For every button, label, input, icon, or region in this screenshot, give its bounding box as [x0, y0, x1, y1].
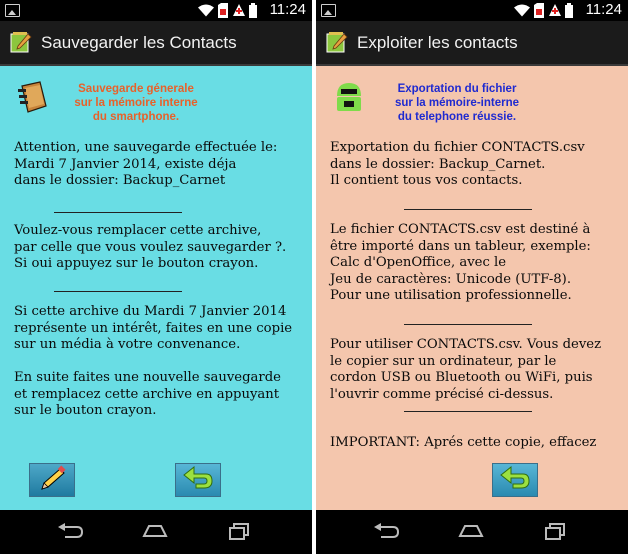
nav-recents-icon[interactable] [225, 522, 255, 542]
screen-title: Sauvegarder les Contacts [41, 33, 237, 52]
separator-line [404, 209, 532, 210]
wifi-icon [514, 4, 530, 17]
import-info-paragraph: Le fichier CONTACTS.csv est destiné à êt… [330, 222, 591, 303]
content-area[interactable]: Sauvegarde génerale sur la mémoire inter… [0, 66, 312, 510]
screen-title: Exploiter les contacts [357, 33, 518, 52]
wifi-icon [198, 4, 214, 17]
navigation-bar [0, 510, 312, 554]
separator-line [54, 291, 182, 292]
pencil-button[interactable] [29, 463, 75, 497]
notepad-icon[interactable] [326, 31, 348, 53]
nav-back-icon[interactable] [371, 522, 401, 542]
status-time: 11:24 [585, 1, 622, 18]
back-arrow-icon [500, 465, 530, 489]
export-info-paragraph: Exportation du fichier CONTACTS.csv dans… [330, 140, 585, 188]
warning-icon [549, 4, 561, 16]
content-area[interactable]: Exportation du fichier sur la mémoire-in… [316, 66, 628, 510]
sim-icon [534, 3, 544, 18]
image-notification-icon [5, 4, 20, 17]
pencil-icon [41, 465, 66, 490]
action-bar: Sauvegarder les Contacts [0, 21, 312, 66]
android-robot-icon [337, 83, 361, 111]
header-message: Exportation du fichier sur la mémoire-in… [395, 83, 519, 123]
separator-line [54, 212, 182, 213]
important-paragraph: IMPORTANT: Aprés cette copie, effacez [330, 435, 597, 450]
copy-advice-paragraph: Si cette archive du Mardi 7 Janvier 2014… [14, 304, 293, 352]
notepad-icon[interactable] [10, 31, 32, 53]
battery-icon [249, 3, 257, 18]
header-section: Sauvegarde génerale sur la mémoire inter… [0, 80, 312, 132]
action-bar: Exploiter les contacts [316, 21, 628, 66]
nav-home-icon[interactable] [456, 522, 486, 542]
back-button[interactable] [492, 463, 538, 497]
status-bar: 11:24 [0, 0, 312, 21]
nav-home-icon[interactable] [140, 522, 170, 542]
back-button[interactable] [175, 463, 221, 497]
back-arrow-icon [183, 465, 213, 489]
nav-recents-icon[interactable] [541, 522, 571, 542]
header-section: Exportation du fichier sur la mémoire-in… [316, 80, 628, 132]
sim-icon [218, 3, 228, 18]
nav-back-icon[interactable] [55, 522, 85, 542]
image-notification-icon [321, 4, 336, 17]
right-screen: 11:24 Exploiter les contacts Exportation… [316, 0, 628, 554]
new-backup-paragraph: En suite faites une nouvelle sauvegarde … [14, 370, 281, 418]
battery-icon [565, 3, 573, 18]
warning-icon [233, 4, 245, 16]
status-bar: 11:24 [316, 0, 628, 21]
replace-question-paragraph: Voulez-vous remplacer cette archive, par… [14, 223, 287, 271]
contacts-book-icon [18, 81, 47, 113]
separator-line [404, 324, 532, 325]
status-time: 11:24 [269, 1, 306, 18]
usage-info-paragraph: Pour utiliser CONTACTS.csv. Vous devez l… [330, 337, 602, 402]
header-message: Sauvegarde génerale sur la mémoire inter… [74, 83, 198, 123]
separator-line [404, 411, 532, 412]
warning-paragraph: Attention, une sauvegarde effectuée le: … [14, 140, 278, 188]
navigation-bar [316, 510, 628, 554]
left-screen: 11:24 Sauvegarder les Contacts Sauvegard… [0, 0, 312, 554]
